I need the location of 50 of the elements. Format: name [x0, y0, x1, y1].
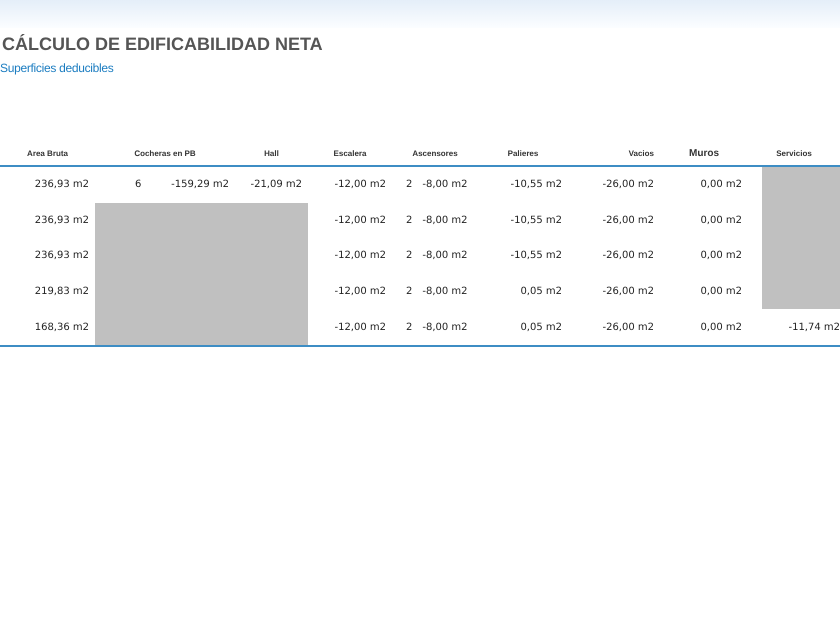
table-cell: -8,00 m2	[422, 214, 468, 226]
table-cell-text: 0,00 m2	[700, 322, 743, 333]
column-header: Hall	[264, 148, 279, 158]
table-cell-text: -12,00 m2	[334, 250, 387, 262]
column-header: Escalera	[334, 148, 366, 158]
table-cell: -8,00 m2	[422, 250, 468, 262]
table-cell-text: -12,00 m2	[334, 214, 387, 226]
page-title: CÁLCULO DE EDIFICABILIDAD NETA	[2, 34, 324, 55]
table-cell: 6	[135, 179, 142, 190]
table-cell-text: 0,00 m2	[700, 250, 743, 262]
column-header: Vacios	[628, 148, 655, 158]
table-cell: -8,00 m2	[422, 322, 468, 333]
table-cell: -8,00 m2	[422, 179, 468, 190]
column-header: Palieres	[508, 148, 538, 158]
table-cell-text: 0,00 m2	[700, 214, 743, 226]
table-cell-text: -21,09 m2	[250, 179, 303, 190]
table-cell-text: -26,00 m2	[602, 214, 655, 226]
table-cell-text: 236,93 m2	[34, 250, 90, 262]
table-cell: 2	[406, 322, 412, 333]
table-cell-text: 0,05 m2	[520, 322, 563, 333]
table-cell-text: 0,05 m2	[520, 286, 563, 298]
table-cell-text: 0,00 m2	[700, 286, 743, 298]
table-cell: 2	[406, 286, 412, 298]
table-cell-text: 219,83 m2	[34, 286, 90, 298]
table-cell: -8,00 m2	[422, 286, 468, 298]
column-header: Servicios	[776, 148, 812, 158]
table-cell-text: -26,00 m2	[602, 286, 655, 298]
table-cell-text: -26,00 m2	[602, 322, 655, 333]
column-header: Ascensores	[412, 148, 458, 158]
table-cell-text: 168,36 m2	[34, 322, 90, 333]
table-cell: 2	[406, 179, 412, 190]
column-header: Area Bruta	[27, 148, 68, 158]
table-cell: 2	[406, 250, 412, 262]
table-cell: -11,74 m2	[788, 322, 840, 333]
column-header: Muros	[689, 148, 719, 158]
table-cell-text: 236,93 m2	[34, 179, 90, 190]
table-cell-text: -12,00 m2	[334, 322, 387, 333]
table-cell-text: 236,93 m2	[34, 214, 90, 226]
table-cell-text: -10,55 m2	[510, 250, 563, 262]
table-cell-text: -26,00 m2	[602, 250, 655, 262]
table-cell-text: -10,55 m2	[510, 214, 563, 226]
table-cell-text: -26,00 m2	[602, 179, 655, 190]
table-cell: 2	[406, 214, 412, 226]
table-cell-text: -12,00 m2	[334, 179, 387, 190]
section-subtitle: Superficies deducibles	[0, 61, 114, 75]
table-cell-text: 0,00 m2	[700, 179, 743, 190]
table-cell-text: -12,00 m2	[334, 286, 387, 298]
table-cell-text: -159,29 m2	[171, 179, 230, 190]
table-cell-text: -10,55 m2	[510, 179, 563, 190]
column-header: Cocheras en PB	[134, 148, 196, 158]
